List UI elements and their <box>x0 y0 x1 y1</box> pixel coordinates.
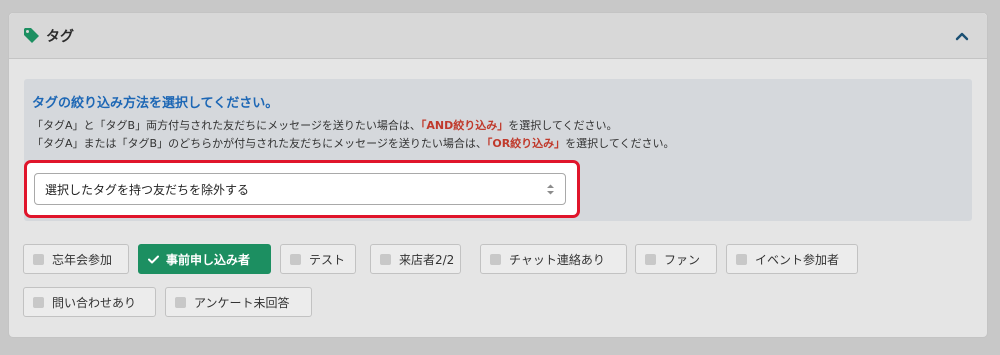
info-line-or: 「タグA」または「タグB」のどちらかが付与された友だちにメッセージを送りたい場合… <box>32 135 675 151</box>
tag-chip-label: 問い合わせあり <box>52 295 137 310</box>
chevron-up-icon[interactable] <box>951 25 973 47</box>
tag-chip[interactable]: 問い合わせあり <box>23 287 156 317</box>
filter-method-value: 選択したタグを持つ友だちを除外する <box>45 182 250 197</box>
tag-chip[interactable]: ファン <box>635 244 717 274</box>
tag-chip-label: 来店者2/2 <box>399 252 455 267</box>
panel-header: タグ <box>9 13 987 59</box>
tag-chip[interactable]: アンケート未回答 <box>165 287 312 317</box>
tag-chip[interactable]: 忘年会参加 <box>23 244 129 274</box>
panel-title: タグ <box>46 28 74 45</box>
or-filter-highlight: 「OR絞り込み」 <box>486 137 566 150</box>
info-line-or-suffix: を選択してください。 <box>565 137 675 150</box>
checkbox-icon <box>290 253 301 265</box>
tag-chip[interactable]: チャット連絡あり <box>480 244 627 274</box>
tag-chip-label: チャット連絡あり <box>509 252 605 267</box>
tag-panel: タグ タグの絞り込み方法を選択してください。 「タグA」と「タグB」両方付与され… <box>8 12 988 338</box>
and-filter-highlight: 「AND絞り込み」 <box>420 119 509 132</box>
info-line-or-text: 「タグA」または「タグB」のどちらかが付与された友だちにメッセージを送りたい場合… <box>32 137 487 150</box>
checkbox-icon <box>380 253 391 265</box>
info-line-and: 「タグA」と「タグB」両方付与された友だちにメッセージを送りたい場合は、「AND… <box>32 117 618 133</box>
tag-chip-label: 事前申し込み者 <box>166 252 251 267</box>
checkbox-icon <box>736 253 747 265</box>
checkbox-icon <box>175 296 186 308</box>
tag-icon <box>23 27 40 44</box>
tag-chip-label: イベント参加者 <box>755 252 840 267</box>
checkbox-icon <box>645 253 656 265</box>
checkbox-icon <box>33 253 44 265</box>
checkbox-icon <box>33 296 44 308</box>
tag-chip[interactable]: イベント参加者 <box>726 244 858 274</box>
tag-chip[interactable]: テスト <box>280 244 356 274</box>
info-heading: タグの絞り込み方法を選択してください。 <box>32 96 279 111</box>
filter-method-select[interactable]: 選択したタグを持つ友だちを除外する <box>34 173 566 205</box>
tag-chip-label: アンケート未回答 <box>194 295 290 310</box>
tag-chip-label: テスト <box>309 252 346 267</box>
tag-chip-selected[interactable]: 事前申し込み者 <box>138 244 271 274</box>
select-arrows-icon <box>546 183 555 196</box>
tag-chip-label: ファン <box>664 252 701 267</box>
info-line-and-suffix: を選択してください。 <box>508 119 618 132</box>
filter-select-highlight: 選択したタグを持つ友だちを除外する <box>24 160 580 218</box>
checkbox-icon <box>490 253 501 265</box>
info-line-and-text: 「タグA」と「タグB」両方付与された友だちにメッセージを送りたい場合は、 <box>32 119 421 132</box>
check-icon <box>148 255 159 264</box>
tag-chip[interactable]: 来店者2/2 <box>370 244 461 274</box>
tag-chip-label: 忘年会参加 <box>52 252 113 267</box>
